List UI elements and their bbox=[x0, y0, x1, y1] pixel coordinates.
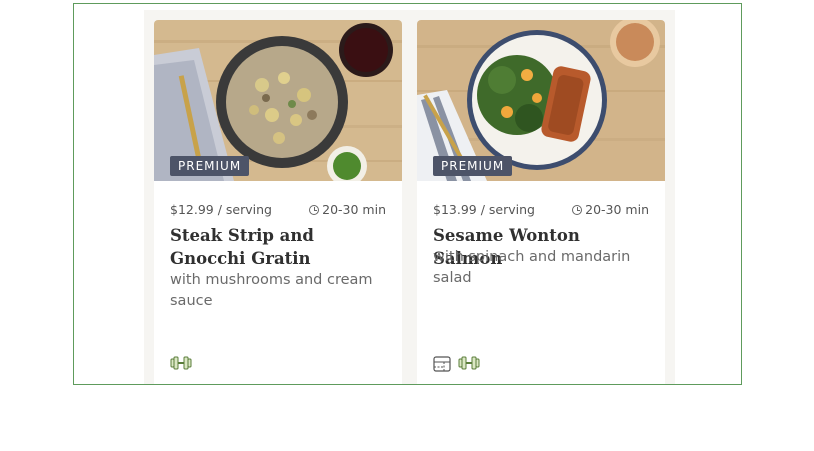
calorie-smart-icon bbox=[433, 356, 451, 372]
recipe-meta: $12.99 / serving 20-30 min bbox=[170, 202, 386, 218]
high-protein-icon bbox=[458, 356, 480, 372]
premium-badge: PREMIUM bbox=[170, 156, 250, 176]
clock-icon bbox=[572, 204, 583, 215]
recipe-meta: $13.99 / serving 20-30 min bbox=[433, 202, 649, 218]
recipe-title[interactable]: Steak Strip and Gnocchi Gratin bbox=[170, 224, 388, 270]
carousel-frame: PREMIUM $12.99 / serving 20-30 min Steak… bbox=[73, 3, 742, 385]
high-protein-icon bbox=[170, 356, 192, 370]
cook-time: 20-30 min bbox=[309, 202, 386, 217]
recipe-subtitle: with mushrooms and cream sauce bbox=[170, 272, 373, 309]
recipe-photo[interactable]: PREMIUM bbox=[417, 20, 665, 181]
clock-icon bbox=[309, 204, 320, 215]
recipe-tags bbox=[170, 356, 192, 370]
premium-badge: PREMIUM bbox=[433, 156, 513, 176]
cook-time-label: 20-30 min bbox=[585, 202, 649, 217]
recipe-photo[interactable]: PREMIUM bbox=[154, 20, 402, 181]
recipe-subtitle: with spinach and mandarin salad bbox=[433, 249, 631, 286]
cook-time-label: 20-30 min bbox=[322, 202, 386, 217]
price-per-serving: $13.99 / serving bbox=[433, 202, 535, 217]
recipe-card-steak-gnocchi[interactable]: PREMIUM $12.99 / serving 20-30 min Steak… bbox=[154, 20, 402, 384]
price-per-serving: $12.99 / serving bbox=[170, 202, 272, 217]
recipe-card-sesame-salmon[interactable]: PREMIUM $13.99 / serving 20-30 min Sesam… bbox=[417, 20, 665, 384]
recipe-tags bbox=[433, 356, 480, 372]
cook-time: 20-30 min bbox=[572, 202, 649, 217]
